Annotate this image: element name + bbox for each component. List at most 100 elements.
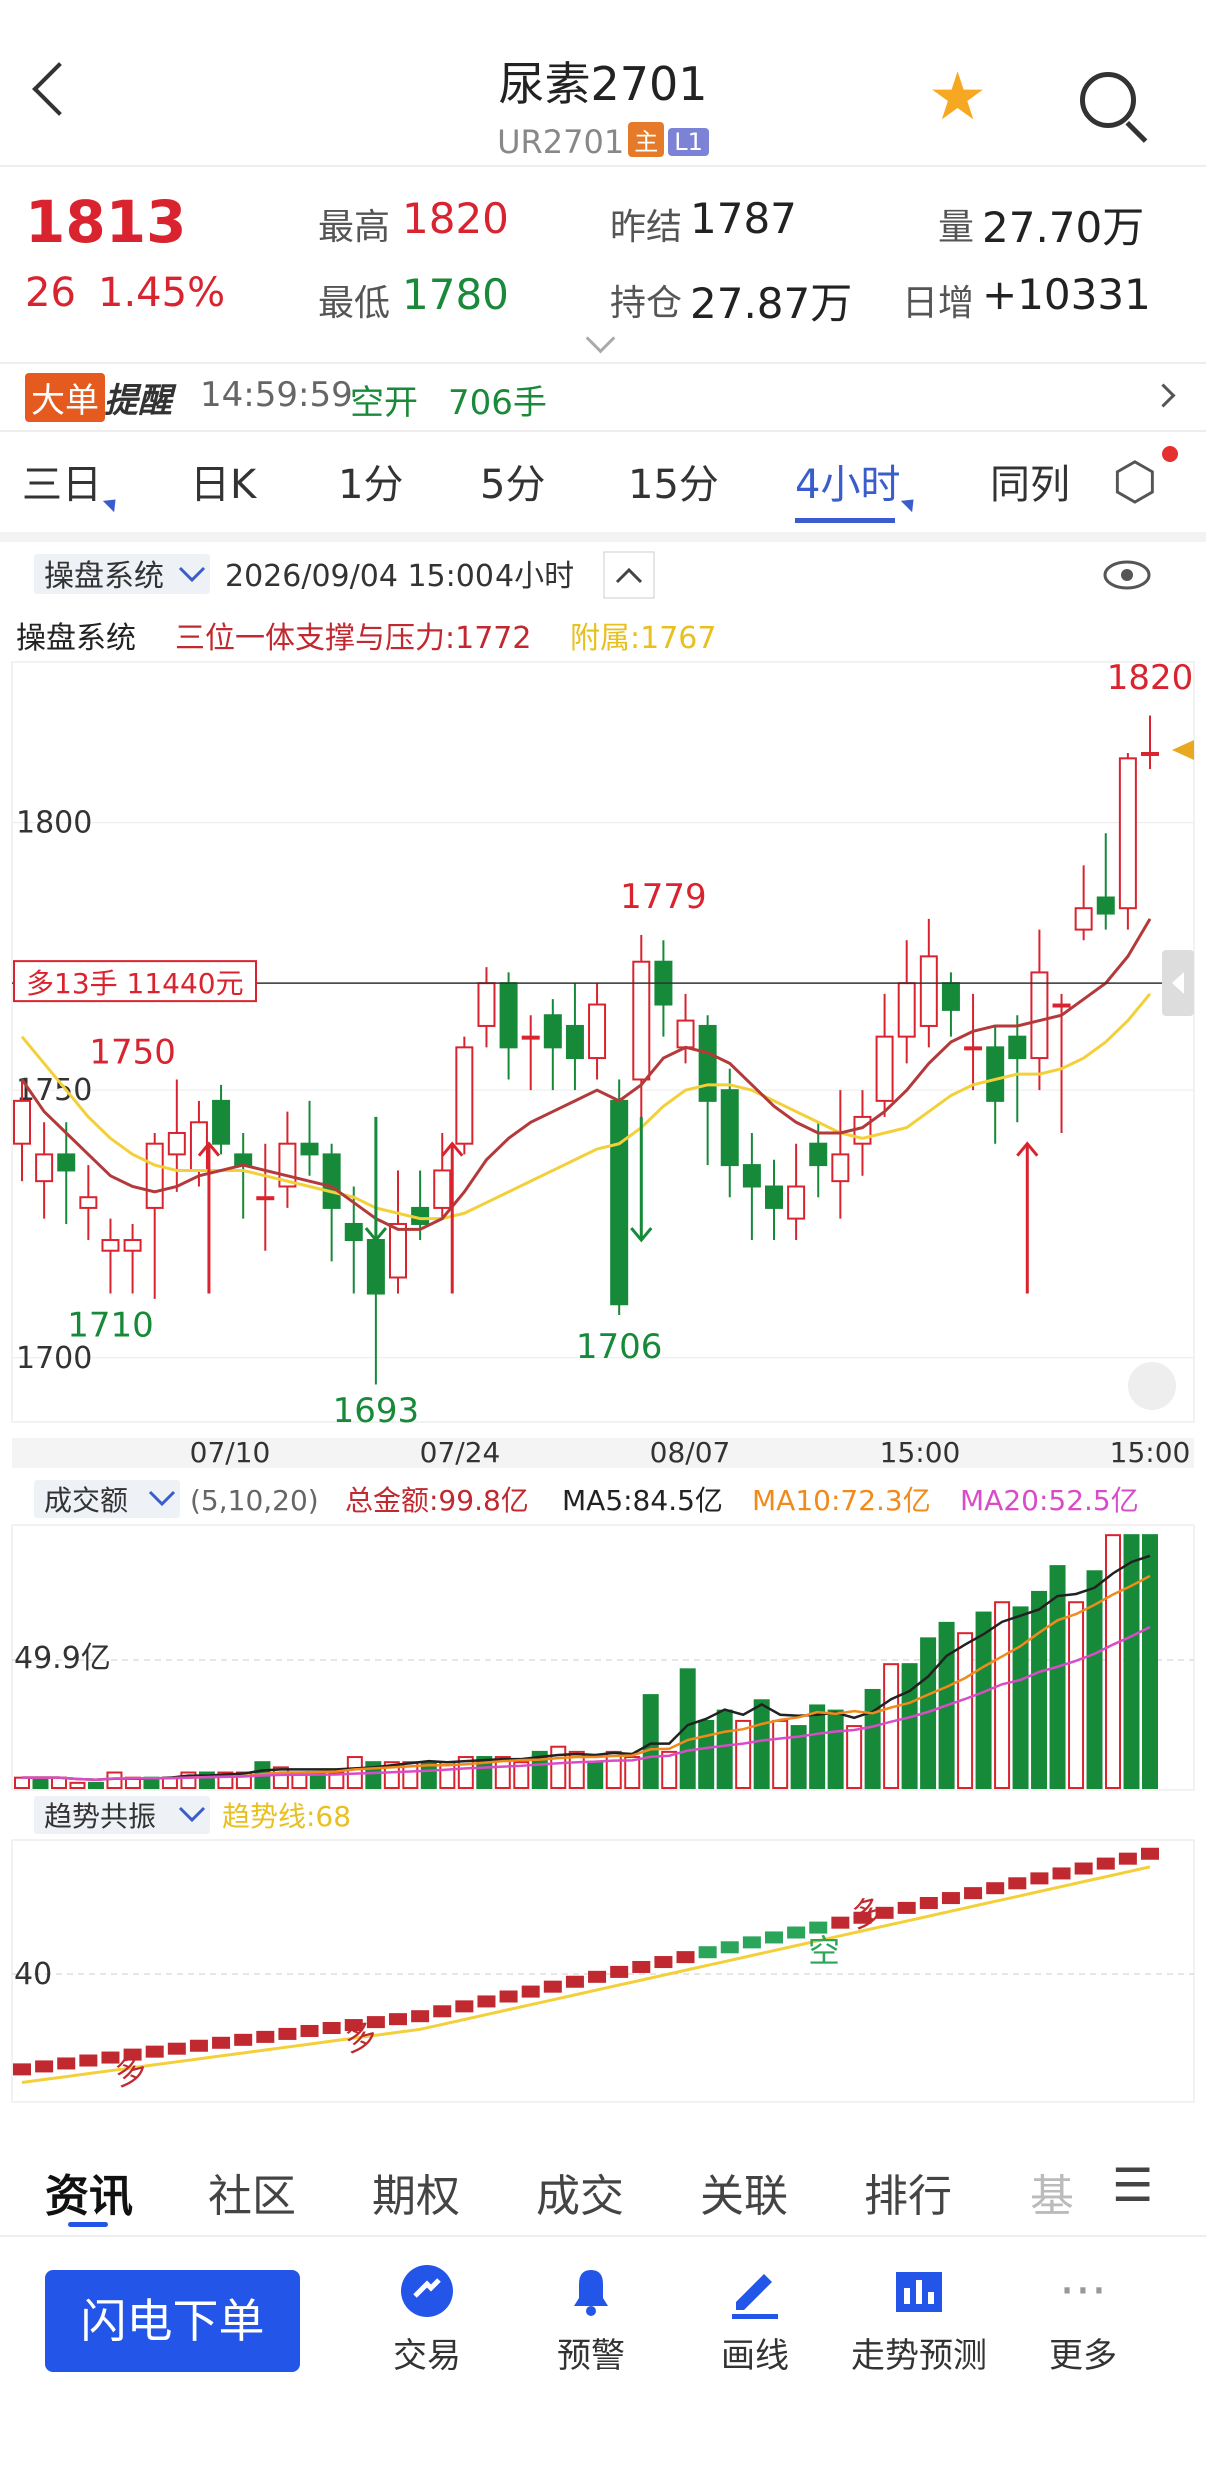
trend-block (234, 2033, 253, 2046)
volume-bar (716, 1709, 733, 1789)
candle-body (433, 1169, 452, 1209)
tab-1min[interactable]: 1分 (338, 452, 403, 510)
candle-body (632, 960, 651, 1081)
tab-options[interactable]: 期权 (372, 2160, 460, 2224)
tab-label: 三日 (22, 462, 102, 508)
trend-label-short: 空 (808, 1932, 840, 1970)
alert-amount: 706手 (448, 383, 547, 423)
forecast-button[interactable]: 走势预测 (844, 2262, 994, 2377)
candle-body (831, 1153, 850, 1183)
trend-block (278, 2027, 297, 2040)
main-badge: 主 (628, 122, 665, 157)
candle-body (189, 1121, 208, 1172)
system-selector[interactable]: 操盘系统 (44, 559, 164, 594)
notification-dot (1162, 446, 1178, 462)
main-indicator-line2: 附属:1767 (570, 621, 716, 656)
volume-bar (846, 1725, 863, 1789)
chart-area[interactable]: 操盘系统 2026/09/04 15:00 4小时 操盘系统 三位一体支撑与压力… (0, 540, 1206, 2130)
expand-chevron-icon[interactable] (585, 323, 616, 354)
volume-bar (957, 1632, 974, 1789)
trend-block (433, 2005, 452, 2018)
trend-block (13, 2063, 31, 2076)
trend-block (610, 1965, 629, 1978)
volume-params: (5,10,20) (190, 1484, 319, 1517)
alert-divider (0, 430, 1206, 432)
more-button[interactable]: ··· 更多 (1008, 2262, 1158, 2377)
candle-body (366, 1239, 385, 1295)
candle-body (79, 1196, 98, 1209)
trend-block (455, 2000, 474, 2013)
trend-block (167, 2042, 186, 2055)
tab-compare[interactable]: 同列 (990, 452, 1070, 510)
volume-bar (106, 1771, 123, 1790)
volume-bars-layer (14, 1534, 1158, 1790)
big-order-alert[interactable]: 大单 提醒 14:59:59 空开 706手 (0, 365, 1206, 427)
trend-block (35, 2060, 54, 2073)
favorite-star-icon[interactable]: ★ (928, 62, 987, 132)
candle-body (1096, 896, 1115, 915)
trend-selector[interactable]: 趋势共振 (44, 1800, 156, 1833)
candle-body (610, 1099, 629, 1306)
candle-body (455, 1046, 474, 1145)
trend-block (212, 2036, 231, 2049)
y-tick-label: 1700 (16, 1341, 92, 1376)
trade-button[interactable]: 交易 (352, 2262, 502, 2377)
collapse-button[interactable] (603, 551, 655, 599)
candle-body (588, 1003, 607, 1060)
fullscreen-icon[interactable] (1128, 1362, 1176, 1410)
eye-icon[interactable] (1103, 560, 1151, 590)
volume-bar (587, 1761, 604, 1789)
trend-block (499, 1990, 518, 2003)
tab-trades[interactable]: 成交 (536, 2160, 624, 2224)
main-y-ticks: 180017501700 (16, 806, 92, 1376)
forecast-label: 走势预测 (851, 2336, 987, 2376)
price-change-pct: 1.45% (98, 270, 226, 316)
settings-hexagon-icon[interactable]: ⬡ (1112, 456, 1157, 508)
trade-icon (398, 2262, 456, 2320)
candle-body (1008, 1035, 1027, 1060)
alert-button[interactable]: 预警 (516, 2262, 666, 2377)
trend-block (676, 1951, 695, 1964)
quote-divider (0, 362, 1206, 364)
draw-button[interactable]: 画线 (680, 2262, 830, 2377)
candle-body (167, 1131, 186, 1156)
tab-community[interactable]: 社区 (208, 2160, 296, 2224)
y-tick-label: 1800 (16, 806, 92, 841)
tab-15min[interactable]: 15分 (628, 452, 719, 510)
bottom-toolbar: 闪电下单 交易 预警 画线 走势预测 ··· 更多 (0, 2240, 1206, 2485)
tab-related[interactable]: 关联 (700, 2160, 788, 2224)
trend-block (831, 1916, 850, 1929)
menu-icon[interactable]: ☰ (1112, 2162, 1153, 2208)
candle-body (35, 1153, 54, 1183)
tab-three-day[interactable]: 三日 (22, 452, 122, 513)
position-marker[interactable]: 多13手 11440元 (12, 960, 1194, 1003)
candle-body (897, 982, 916, 1038)
price-annotation: 1706 (576, 1327, 663, 1367)
volume-bar (698, 1719, 715, 1790)
volume-bar (69, 1781, 86, 1789)
volume-selector[interactable]: 成交额 (44, 1484, 128, 1517)
tab-4hour[interactable]: 4小时 (795, 452, 920, 513)
volume-bar (1031, 1590, 1048, 1790)
tab-5min[interactable]: 5分 (480, 452, 545, 510)
candle-body (765, 1185, 783, 1209)
trend-block (742, 1936, 761, 1949)
trend-block (300, 2024, 319, 2037)
candle-body (809, 1142, 828, 1167)
candle-body (543, 1014, 562, 1049)
alert-label: 预警 (557, 2336, 625, 2376)
candle-body (101, 1239, 120, 1252)
search-icon[interactable] (1080, 72, 1136, 128)
tab-ranking[interactable]: 排行 (864, 2160, 952, 2224)
chart-svg[interactable]: 操盘系统 2026/09/04 15:00 4小时 操盘系统 三位一体支撑与压力… (0, 540, 1206, 2130)
candle-body (1074, 907, 1093, 931)
tab-fundamentals[interactable]: 基 (1030, 2160, 1074, 2224)
volume-total: 总金额:99.8亿 (345, 1484, 529, 1517)
tab-daily[interactable]: 日K (190, 452, 256, 510)
trend-block (919, 1896, 938, 1909)
tab-news[interactable]: 资讯 (45, 2160, 133, 2224)
flash-order-button[interactable]: 闪电下单 (45, 2270, 300, 2372)
candle-body (698, 1024, 717, 1102)
trend-block (964, 1887, 983, 1900)
price-annotation: 1820 (1107, 658, 1194, 698)
